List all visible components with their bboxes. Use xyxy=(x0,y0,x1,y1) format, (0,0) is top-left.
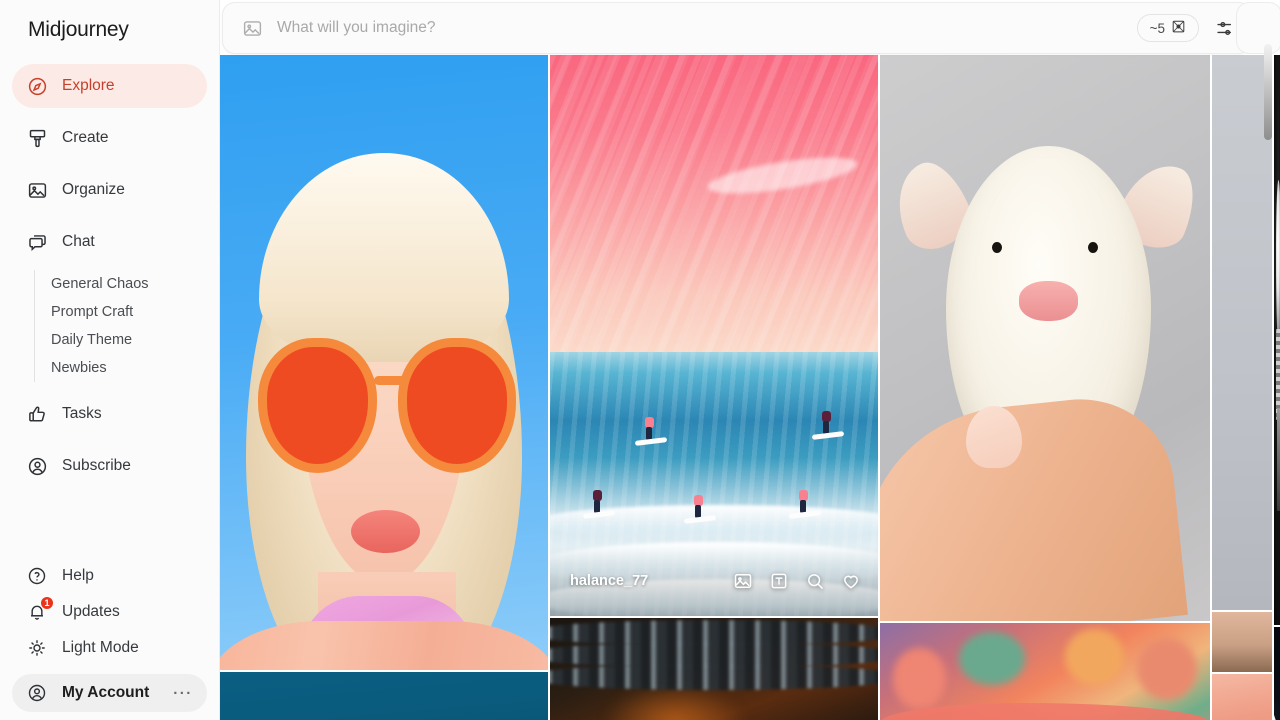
gallery-tile[interactable] xyxy=(1274,627,1280,720)
sidebar-item-label: Updates xyxy=(62,603,120,620)
artwork-skin-edge xyxy=(1212,612,1272,672)
use-image-icon[interactable] xyxy=(732,570,754,592)
account-overflow-icon[interactable]: ··· xyxy=(173,685,193,702)
compass-icon xyxy=(26,75,48,97)
gallery-tile[interactable] xyxy=(1212,612,1272,672)
right-rail-panel xyxy=(1236,2,1280,54)
user-circle-icon xyxy=(26,455,48,477)
gallery-tile[interactable] xyxy=(880,623,1210,720)
gallery-tile[interactable] xyxy=(880,55,1210,621)
image-gallery: halance_77 xyxy=(220,0,1280,720)
sidebar-item-light-mode[interactable]: Light Mode xyxy=(12,630,207,666)
prompt-bar: ~5 xyxy=(222,2,1252,54)
sidebar-item-subscribe[interactable]: Subscribe xyxy=(12,444,207,488)
gallery-column xyxy=(220,55,548,720)
sidebar-item-label: Subscribe xyxy=(62,457,131,474)
sidebar-item-label: My Account xyxy=(62,684,150,701)
sidebar-item-label: Organize xyxy=(62,181,125,198)
artwork-tiny-calf xyxy=(880,55,1210,621)
gallery-tile-hovered[interactable]: halance_77 xyxy=(550,55,878,616)
gallery-column xyxy=(1212,55,1272,720)
user-circle-icon xyxy=(26,682,48,704)
artwork-blonde-sunglasses xyxy=(220,55,548,670)
sidebar-item-updates[interactable]: 1 Updates xyxy=(12,594,207,630)
gallery-column xyxy=(1274,55,1280,720)
credits-pill[interactable]: ~5 xyxy=(1136,14,1199,42)
card-hover-overlay: halance_77 xyxy=(550,546,878,616)
artwork-grey-edge xyxy=(1212,55,1272,610)
search-icon[interactable] xyxy=(804,570,826,592)
sidebar: Midjourney Explore Create Organize Chat … xyxy=(0,0,220,720)
image-icon xyxy=(26,179,48,201)
sliders-icon[interactable] xyxy=(1213,16,1237,40)
card-username[interactable]: halance_77 xyxy=(570,573,648,589)
sidebar-item-label: Tasks xyxy=(62,405,102,422)
credits-label: ~5 xyxy=(1149,20,1165,36)
brush-icon xyxy=(26,127,48,149)
gallery-tile[interactable] xyxy=(220,672,548,720)
help-circle-icon xyxy=(26,565,48,587)
chat-channel-list: General Chaos Prompt Craft Daily Theme N… xyxy=(34,270,219,382)
artwork-roof-tiles xyxy=(550,618,878,720)
sidebar-item-create[interactable]: Create xyxy=(12,116,207,160)
sidebar-item-label: Chat xyxy=(62,233,95,250)
image-icon[interactable] xyxy=(241,17,263,39)
main-content: halance_77 What will you imagine? ~5 xyxy=(220,0,1280,720)
sun-icon xyxy=(26,637,48,659)
artwork-deep-blue xyxy=(220,672,548,720)
sidebar-item-my-account[interactable]: My Account ··· xyxy=(12,674,207,712)
sidebar-item-label: Explore xyxy=(62,77,115,94)
sidebar-item-chat[interactable]: Chat xyxy=(12,220,207,264)
prompt-input[interactable] xyxy=(277,19,1137,37)
thumbs-up-icon xyxy=(26,403,48,425)
sidebar-item-label: Light Mode xyxy=(62,639,139,656)
sidebar-item-organize[interactable]: Organize xyxy=(12,168,207,212)
gallery-tile[interactable] xyxy=(220,55,548,670)
image-stack-icon xyxy=(1171,19,1186,37)
sidebar-item-daily-theme[interactable]: Daily Theme xyxy=(51,326,219,354)
chat-icon xyxy=(26,231,48,253)
artwork-lightbulb xyxy=(1274,55,1280,625)
artwork-surfers-painting xyxy=(550,55,878,616)
sidebar-nav-primary: Explore Create Organize Chat General Cha… xyxy=(0,64,219,496)
gallery-tile[interactable] xyxy=(1212,674,1272,720)
sidebar-item-label: Help xyxy=(62,567,94,584)
artwork-folk-illustration xyxy=(880,623,1210,720)
midjourney-app: Midjourney Explore Create Organize Chat … xyxy=(0,0,1280,720)
sidebar-item-prompt-craft[interactable]: Prompt Craft xyxy=(51,298,219,326)
gallery-tile[interactable] xyxy=(1212,55,1272,610)
gallery-column: halance_77 xyxy=(550,55,878,720)
gallery-scrollbar[interactable] xyxy=(1264,44,1272,140)
artwork-warm-edge xyxy=(1212,674,1272,720)
sidebar-item-explore[interactable]: Explore xyxy=(12,64,207,108)
gallery-tile[interactable] xyxy=(1274,55,1280,625)
sidebar-item-help[interactable]: Help xyxy=(12,558,207,594)
bell-icon: 1 xyxy=(26,596,54,623)
gallery-tile[interactable] xyxy=(550,618,878,720)
sidebar-item-newbies[interactable]: Newbies xyxy=(51,354,219,382)
brand-title: Midjourney xyxy=(28,18,129,41)
like-icon[interactable] xyxy=(840,570,862,592)
use-text-icon[interactable] xyxy=(768,570,790,592)
artwork-playing-cards xyxy=(1274,627,1280,720)
sidebar-item-label: Create xyxy=(62,129,109,146)
sidebar-item-tasks[interactable]: Tasks xyxy=(12,392,207,436)
card-action-bar xyxy=(732,570,862,592)
sidebar-nav-bottom: Help 1 Updates Light Mode My Account ··· xyxy=(0,558,219,720)
gallery-column xyxy=(880,55,1210,720)
updates-badge: 1 xyxy=(40,596,54,610)
sidebar-item-general-chaos[interactable]: General Chaos xyxy=(51,270,219,298)
